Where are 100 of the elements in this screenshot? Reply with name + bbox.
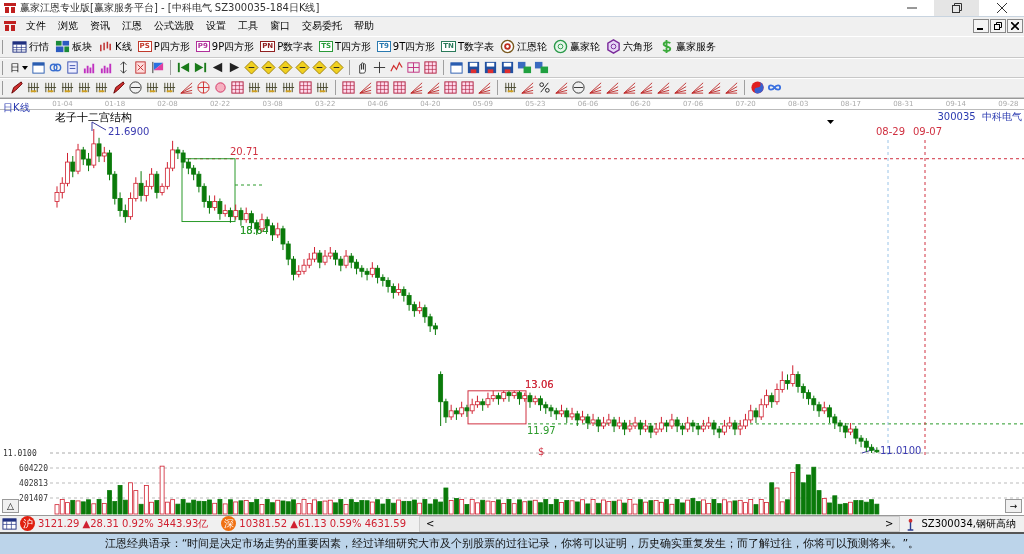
wheel-icon: [553, 39, 569, 55]
crosshair-icon[interactable]: [372, 60, 387, 76]
marker-icon: [827, 120, 834, 124]
child-restore-button[interactable]: [990, 19, 1006, 34]
fan-lines-icon[interactable]: [554, 80, 569, 96]
scroll-right-button[interactable]: >: [879, 518, 900, 530]
stock-label: 300035 中科电气: [937, 110, 1022, 124]
calendar-icon[interactable]: [31, 60, 46, 76]
fan-lines-icon[interactable]: [179, 80, 194, 96]
fan-lines-icon[interactable]: [724, 80, 739, 96]
caret-icon: [22, 65, 28, 70]
period-label: 日K线: [3, 101, 30, 115]
study-title: 老子十二宫结构: [55, 110, 132, 125]
computers-icon[interactable]: [517, 60, 532, 76]
restore-button[interactable]: [934, 0, 979, 16]
close-icon: [996, 3, 1007, 13]
app-logo-icon: [3, 2, 17, 14]
fan-lines-icon[interactable]: [673, 80, 688, 96]
toolbar-button[interactable]: 赢家轮: [552, 39, 602, 55]
grid-icon[interactable]: [375, 80, 390, 96]
menu-item[interactable]: 工具: [232, 19, 264, 34]
toolbar-button[interactable]: 六角形: [605, 39, 655, 55]
menu-item[interactable]: 公式选股: [148, 19, 200, 34]
fan-lines-icon[interactable]: [639, 80, 654, 96]
grid-icon[interactable]: [341, 80, 356, 96]
toolbar-button[interactable]: 江恩轮: [499, 39, 549, 55]
toolbar-button[interactable]: 行情: [11, 39, 50, 55]
candlestick: [569, 407, 575, 421]
candlestick: [753, 407, 759, 424]
grid-icon[interactable]: [460, 80, 475, 96]
grid-icon[interactable]: [423, 60, 438, 76]
child-minimize-button[interactable]: [973, 19, 989, 34]
restore-icon: [951, 3, 962, 13]
yin-yang-icon[interactable]: [750, 80, 765, 96]
calendar-icon[interactable]: [449, 60, 464, 76]
candlestick: [790, 364, 796, 388]
fan-lines-icon[interactable]: [358, 80, 373, 96]
high-price-label: 21.6900: [108, 126, 150, 137]
candlestick: [732, 419, 738, 436]
fan-lines-icon[interactable]: [588, 80, 603, 96]
percent-icon[interactable]: [537, 80, 552, 96]
fan-lines-icon[interactable]: [477, 80, 492, 96]
scroll-left-button[interactable]: <: [420, 518, 441, 530]
child-close-button[interactable]: [1007, 19, 1023, 34]
menu-item[interactable]: 浏览: [52, 19, 84, 34]
index-quote: 3121.29 ▲28.31 0.92% 3443.93亿: [38, 517, 209, 531]
arrow-button[interactable]: →: [1005, 499, 1022, 513]
grid-icon[interactable]: [443, 80, 458, 96]
pen-icon[interactable]: [111, 80, 126, 96]
fan-lines-icon[interactable]: [426, 80, 441, 96]
fan-lines-icon[interactable]: [656, 80, 671, 96]
menu-item[interactable]: 交易委托: [296, 19, 348, 34]
menu-item[interactable]: 资讯: [84, 19, 116, 34]
period-dropdown[interactable]: 日: [9, 60, 29, 75]
computers-icon[interactable]: [534, 60, 549, 76]
fan-lines-icon[interactable]: [707, 80, 722, 96]
menu-item[interactable]: 文件: [20, 19, 52, 34]
price-axis-label: 11.0100: [3, 449, 37, 457]
menu-item[interactable]: 窗口: [264, 19, 296, 34]
fan-lines-icon[interactable]: [520, 80, 535, 96]
toolbar-button[interactable]: K线: [97, 39, 133, 55]
pen-icon[interactable]: [9, 80, 24, 96]
stock-label: SZ300034,钢研高纳: [921, 517, 1016, 531]
toolbar-button[interactable]: 板块: [54, 39, 93, 55]
grid-icon[interactable]: [392, 80, 407, 96]
fan-lines-icon[interactable]: [605, 80, 620, 96]
table-icon: [12, 39, 27, 55]
table-icon[interactable]: [2, 516, 17, 532]
grid-icon[interactable]: [230, 80, 245, 96]
volume-axis-label: 402813: [19, 479, 48, 488]
expand-button[interactable]: △: [2, 499, 19, 513]
toolbar-button[interactable]: 赢家服务: [658, 39, 718, 55]
candlestick: [96, 137, 102, 163]
menu-item[interactable]: 帮助: [348, 19, 380, 34]
price-label: 20.71: [230, 145, 259, 157]
restore-icon: [994, 22, 1002, 31]
circle-icon[interactable]: [571, 80, 586, 96]
candlestick: [648, 422, 654, 439]
fan-lines-icon[interactable]: [622, 80, 637, 96]
candlestick: [506, 390, 512, 403]
fan-lines-icon[interactable]: [409, 80, 424, 96]
document-icon[interactable]: [65, 60, 80, 76]
low-price-label: 11.0100: [880, 445, 922, 456]
menu-item[interactable]: 江恩: [116, 19, 148, 34]
flag-icon[interactable]: [150, 60, 165, 76]
menu-item[interactable]: 设置: [200, 19, 232, 34]
horizontal-scrollbar[interactable]: < >: [419, 516, 901, 532]
date-marker-label: 09-07: [913, 126, 943, 137]
price-label: 13.06: [525, 378, 554, 390]
fan-lines-icon[interactable]: [690, 80, 705, 96]
target-icon[interactable]: [196, 80, 211, 96]
circle-icon[interactable]: [128, 80, 143, 96]
candlestick: [527, 392, 533, 409]
exchange-badge: 沪: [20, 516, 35, 532]
grid-icon[interactable]: [298, 80, 313, 96]
target-icon: [500, 39, 516, 55]
close-icon: [1011, 22, 1019, 31]
app-logo-icon: [3, 20, 17, 33]
volume-axis-label: 201407: [19, 494, 48, 503]
candlestick: [238, 207, 244, 227]
